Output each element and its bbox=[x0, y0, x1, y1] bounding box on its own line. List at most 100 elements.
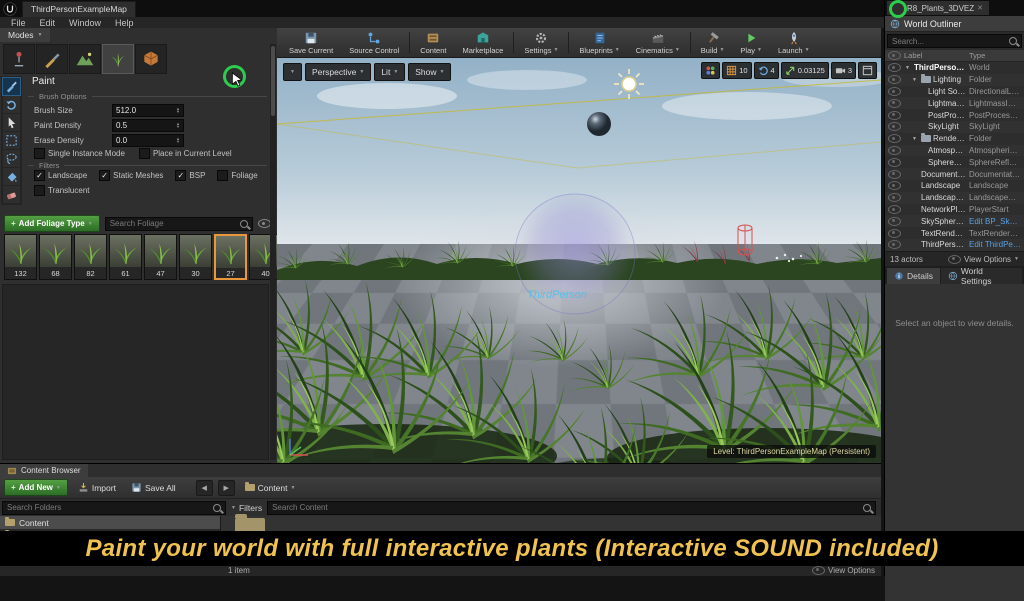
add-new-button[interactable]: + Add New ▼ bbox=[4, 479, 68, 496]
spinner-arrows[interactable]: ▲▼ bbox=[176, 137, 180, 144]
checkbox-foliage[interactable]: Foliage bbox=[217, 170, 257, 181]
outliner-row[interactable]: Light SourceDirectionalLight bbox=[885, 86, 1024, 98]
expander-icon[interactable]: ▼ bbox=[912, 136, 919, 142]
mode-tab-landscape[interactable] bbox=[69, 44, 101, 74]
eye-icon[interactable] bbox=[888, 134, 901, 143]
outliner-row[interactable]: LandscapeLandscape bbox=[885, 180, 1024, 192]
checkbox-bsp[interactable]: ✓BSP bbox=[175, 170, 205, 181]
outliner-row[interactable]: DocumentationActorDocumentationActor bbox=[885, 168, 1024, 180]
forward-button[interactable]: ▶ bbox=[218, 480, 235, 496]
add-foliage-type-button[interactable]: + Add Foliage Type ▼ bbox=[4, 215, 100, 232]
sphere-reflection-gizmo[interactable] bbox=[587, 112, 611, 136]
folder-row-content[interactable]: Content bbox=[0, 516, 220, 529]
checkbox-static-meshes[interactable]: ✓Static Meshes bbox=[99, 170, 163, 181]
eye-icon[interactable] bbox=[888, 181, 901, 190]
search-folders-input[interactable]: Search Folders bbox=[2, 501, 226, 515]
marketplace-button[interactable]: Marketplace bbox=[455, 28, 512, 57]
paint-density-input[interactable]: 0.5▲▼ bbox=[112, 119, 184, 132]
outliner-row[interactable]: SkySphereBlueprintEdit BP_Sky_Sphere bbox=[885, 215, 1024, 227]
maximize-viewport-button[interactable] bbox=[858, 62, 877, 79]
menu-window[interactable]: Window bbox=[62, 18, 108, 28]
outliner-row[interactable]: LandscapeGizmoActiveActorLandscapeGizmoA… bbox=[885, 192, 1024, 204]
outliner-search-input[interactable]: Search... bbox=[887, 34, 1022, 48]
perspective-button[interactable]: Perspective▼ bbox=[305, 63, 371, 81]
menu-edit[interactable]: Edit bbox=[33, 18, 63, 28]
outliner-row[interactable]: AtmosphericFogAtmosphericFog bbox=[885, 145, 1024, 157]
eye-icon[interactable] bbox=[888, 193, 901, 202]
eye-icon[interactable] bbox=[888, 111, 901, 120]
save-all-button[interactable]: Save All bbox=[126, 480, 181, 496]
outliner-row[interactable]: SkyLightSkyLight bbox=[885, 121, 1024, 133]
world-outliner-header[interactable]: World Outliner bbox=[885, 16, 1024, 32]
expander-icon[interactable]: ▼ bbox=[912, 77, 919, 83]
outliner-row[interactable]: LightmassImportanceVolumeLightmassImport… bbox=[885, 97, 1024, 109]
blueprints-button[interactable]: Blueprints▼ bbox=[571, 28, 627, 57]
viewport-options-button[interactable]: ▼ bbox=[283, 63, 302, 81]
outliner-type[interactable]: Edit ThirdPersonCharacter bbox=[969, 240, 1021, 249]
eye-icon[interactable] bbox=[888, 240, 901, 249]
lit-mode-button[interactable]: Lit▼ bbox=[374, 63, 405, 81]
build-button[interactable]: Build▼ bbox=[693, 28, 733, 57]
foliage-tool-paint[interactable] bbox=[3, 78, 20, 95]
mode-tab-geometry[interactable] bbox=[135, 44, 167, 74]
transform-gizmo-button[interactable] bbox=[701, 62, 720, 79]
checkbox-place-in-current-level[interactable]: Place in Current Level bbox=[139, 148, 232, 159]
back-button[interactable]: ◀ bbox=[196, 480, 213, 496]
foliage-type-tile[interactable]: 30 bbox=[179, 234, 212, 280]
label-column-header[interactable]: Label bbox=[904, 51, 966, 60]
outliner-row[interactable]: NetworkPlayerStartPlayerStart bbox=[885, 204, 1024, 216]
play-button[interactable]: Play▼ bbox=[732, 28, 770, 57]
map-tab[interactable]: ThirdPersonExampleMap bbox=[22, 1, 136, 17]
menu-file[interactable]: File bbox=[4, 18, 33, 28]
expander-icon[interactable]: ▼ bbox=[905, 65, 912, 71]
foliage-type-tile[interactable]: 82 bbox=[74, 234, 107, 280]
eye-icon[interactable] bbox=[888, 229, 901, 238]
outliner-type[interactable]: Edit BP_Sky_Sphere bbox=[969, 217, 1021, 226]
rotation-snap-button[interactable]: 4 bbox=[754, 62, 779, 79]
view-options-button[interactable]: View Options ▼ bbox=[948, 255, 1019, 264]
mode-tab-foliage[interactable] bbox=[102, 44, 134, 74]
menu-help[interactable]: Help bbox=[108, 18, 141, 28]
import-button[interactable]: Import bbox=[73, 480, 121, 496]
eye-icon[interactable] bbox=[888, 75, 901, 84]
camera-speed-button[interactable]: 3 bbox=[831, 62, 856, 79]
outliner-row[interactable]: ThirdPersonCharacterEdit ThirdPersonChar… bbox=[885, 239, 1024, 251]
breadcrumb[interactable]: Content ▼ bbox=[240, 480, 301, 496]
source-control-button[interactable]: Source Control bbox=[341, 28, 407, 57]
foliage-type-tile[interactable]: 61 bbox=[109, 234, 142, 280]
checkbox-landscape[interactable]: ✓Landscape bbox=[34, 170, 87, 181]
eye-icon[interactable] bbox=[888, 158, 901, 167]
erase-density-input[interactable]: 0.0▲▼ bbox=[112, 134, 184, 147]
unreal-logo-icon[interactable] bbox=[3, 2, 17, 16]
outliner-row[interactable]: ▼LightingFolder bbox=[885, 74, 1024, 86]
outliner-row[interactable]: PostProcessVolumePostProcessVolume bbox=[885, 109, 1024, 121]
modes-panel-tab[interactable]: Modes▼ bbox=[0, 28, 50, 42]
eye-icon[interactable] bbox=[888, 51, 901, 60]
foliage-tool-erase[interactable] bbox=[3, 186, 20, 203]
search-content-input[interactable]: Search Content bbox=[267, 501, 876, 515]
foliage-tool-fill[interactable] bbox=[3, 168, 20, 185]
eye-icon[interactable] bbox=[888, 99, 901, 108]
outliner-row[interactable]: SphereReflectionCaptureSphereReflectionC… bbox=[885, 156, 1024, 168]
outliner-row[interactable]: ▼ThirdPersonExampleMapWorld bbox=[885, 62, 1024, 74]
tab-world-settings[interactable]: World Settings bbox=[941, 268, 1022, 284]
filters-button[interactable]: ▼ Filters bbox=[231, 503, 262, 513]
capsule-gizmo[interactable] bbox=[738, 225, 752, 255]
tab-details[interactable]: Details bbox=[887, 268, 940, 284]
eye-icon[interactable] bbox=[888, 170, 901, 179]
foliage-type-tile[interactable]: 27 bbox=[214, 234, 247, 280]
foliage-search-input[interactable]: Search Foliage bbox=[105, 217, 253, 231]
mode-tab-paint[interactable] bbox=[36, 44, 68, 74]
brush-size-input[interactable]: 512.0▲▼ bbox=[112, 104, 184, 117]
text-render-actor[interactable]: ThirdPerson bbox=[527, 289, 587, 301]
foliage-tool-select-all[interactable] bbox=[3, 132, 20, 149]
cinematics-button[interactable]: Cinematics▼ bbox=[628, 28, 688, 57]
outliner-row[interactable]: ▼RenderFXFolder bbox=[885, 133, 1024, 145]
foliage-type-tile[interactable]: 47 bbox=[144, 234, 177, 280]
outliner-row[interactable]: TextRenderActorTextRenderActor bbox=[885, 227, 1024, 239]
grid-snap-button[interactable]: 10 bbox=[722, 62, 751, 79]
scrollbar[interactable] bbox=[270, 44, 276, 460]
foliage-type-tile[interactable]: 68 bbox=[39, 234, 72, 280]
scrollbar-thumb[interactable] bbox=[271, 46, 275, 116]
foliage-tool-reapply[interactable] bbox=[3, 96, 20, 113]
